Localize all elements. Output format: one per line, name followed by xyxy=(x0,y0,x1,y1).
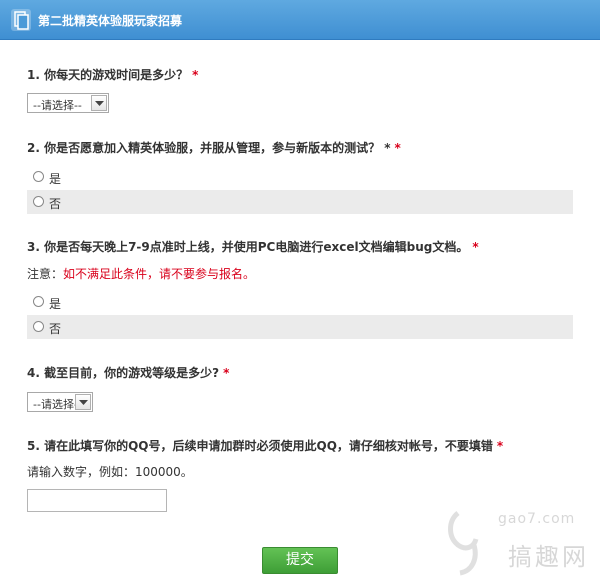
submit-button[interactable]: 提交 xyxy=(262,547,338,574)
site-watermark: gao7.com 搞趣网 xyxy=(440,505,600,578)
question-2-option-yes[interactable]: 是 xyxy=(27,165,573,189)
required-marker: * xyxy=(394,141,401,155)
question-3-text: 3. 你是否每天晚上7-9点准时上线，并使用PC电脑进行excel文档编辑bug… xyxy=(27,240,469,254)
option-label: 否 xyxy=(49,197,62,211)
required-marker: * xyxy=(496,439,504,453)
game-time-select[interactable]: --请选择-- xyxy=(27,93,109,113)
form-title: 第二批精英体验服玩家招募 xyxy=(38,14,183,28)
question-1-title: 1. 你每天的游戏时间是多少？ * xyxy=(27,66,198,83)
game-level-select[interactable]: --请选择-- xyxy=(27,392,93,412)
question-3-title: 3. 你是否每天晚上7-9点准时上线，并使用PC电脑进行excel文档编辑bug… xyxy=(27,238,479,255)
question-3-option-yes[interactable]: 是 xyxy=(27,290,573,314)
form-header: 第二批精英体验服玩家招募 xyxy=(0,0,600,40)
radio-button[interactable] xyxy=(33,296,44,307)
note-label: 注意： xyxy=(27,267,64,281)
option-label: 是 xyxy=(49,172,62,186)
qq-input-hint: 请输入数字，例如：100000。 xyxy=(27,465,193,479)
question-1-text: 1. 你每天的游戏时间是多少？ xyxy=(27,68,189,82)
game-time-select-value: --请选择-- xyxy=(33,99,82,112)
qq-number-input[interactable] xyxy=(27,489,167,512)
question-2-option-no[interactable]: 否 xyxy=(27,190,573,214)
question-3-note: 注意：如不满足此条件，请不要参与报名。 xyxy=(27,265,255,282)
chevron-down-icon[interactable] xyxy=(91,95,107,111)
option-label: 是 xyxy=(49,297,62,311)
question-4-title: 4. 截至目前，你的游戏等级是多少? * xyxy=(27,364,229,381)
document-icon xyxy=(11,9,31,31)
required-marker: * xyxy=(192,68,199,82)
question-5-title: 5. 请在此填写你的QQ号，后续申请加群时必须使用此QQ，请仔细核对帐号，不要填… xyxy=(27,437,503,454)
note-text: 如不满足此条件，请不要参与报名。 xyxy=(63,267,256,281)
radio-button[interactable] xyxy=(33,196,44,207)
watermark-url: gao7.com xyxy=(498,511,576,527)
question-5-text: 5. 请在此填写你的QQ号，后续申请加群时必须使用此QQ，请仔细核对帐号，不要填… xyxy=(27,439,493,453)
required-marker: * xyxy=(472,240,479,254)
watermark-name: 搞趣网 xyxy=(508,543,589,571)
question-2-text: 2. 你是否愿意加入精英体验服，并服从管理，参与新版本的测试？ * xyxy=(27,141,391,155)
watermark-logo-icon xyxy=(448,511,479,576)
option-label: 否 xyxy=(49,322,62,336)
chevron-down-icon[interactable] xyxy=(75,394,91,410)
radio-button[interactable] xyxy=(33,321,44,332)
radio-button[interactable] xyxy=(33,171,44,182)
question-3-option-no[interactable]: 否 xyxy=(27,315,573,339)
required-marker: * xyxy=(223,366,230,380)
question-2-title: 2. 你是否愿意加入精英体验服，并服从管理，参与新版本的测试？ * * xyxy=(27,139,401,156)
question-4-text: 4. 截至目前，你的游戏等级是多少? xyxy=(27,366,220,380)
